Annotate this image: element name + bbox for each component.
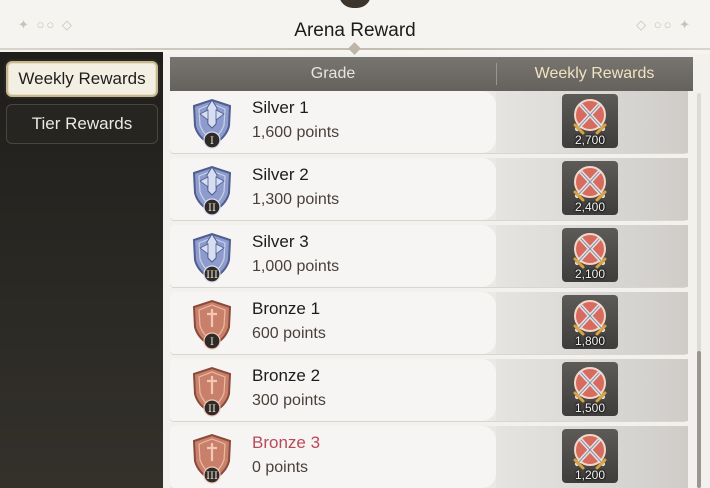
reward-item[interactable]: 1,800 [562,295,618,349]
crossed-swords-icon [573,233,607,269]
grade-points: 1,000 points [252,258,340,275]
scrollbar[interactable] [697,93,701,488]
rank-shield-icon: II [184,362,240,418]
grade-name: Silver 3 [252,232,309,251]
reward-amount: 2,700 [574,133,606,147]
grade-name: Silver 1 [252,98,309,117]
grade-cell: I Silver 1 1,600 points [170,91,496,153]
svg-text:I: I [210,136,214,147]
header-decoration-right: ◇ ○○ ✦ [636,17,692,32]
rank-shield-icon: III [184,429,240,485]
svg-text:II: II [208,203,216,214]
reward-item[interactable]: 2,700 [562,94,618,148]
reward-item[interactable]: 1,200 [562,429,618,483]
reward-item[interactable]: 2,100 [562,228,618,282]
grade-points: 1,600 points [252,124,340,141]
reward-item[interactable]: 1,500 [562,362,618,416]
sidebar: Weekly Rewards Tier Rewards [0,52,163,488]
svg-text:III: III [206,270,218,281]
crossed-swords-icon [573,434,607,470]
grade-name: Silver 2 [252,165,309,184]
grade-points: 300 points [252,392,326,409]
reward-amount: 1,800 [574,334,606,348]
table-row: I Bronze 1 600 points 1,800 [170,292,688,354]
reward-item[interactable]: 2,400 [562,161,618,215]
rank-shield-icon: II [184,161,240,217]
grade-points: 1,300 points [252,191,340,208]
rank-shield-icon: I [184,295,240,351]
scrollbar-thumb[interactable] [697,351,701,488]
grade-cell: II Silver 2 1,300 points [170,158,496,220]
reward-amount: 2,400 [574,200,606,214]
reward-amount: 2,100 [574,267,606,281]
table-row: II Bronze 2 300 points 1,500 [170,359,688,421]
grade-points: 600 points [252,325,326,342]
column-header-grade: Grade [310,65,356,82]
window-title: Arena Reward [294,20,416,41]
tab-tier-rewards[interactable]: Tier Rewards [6,104,158,144]
grade-name: Bronze 1 [252,299,321,318]
divider-diamond [348,42,361,55]
arena-reward-window: ✦ ○○ ◇ Arena Reward ◇ ○○ ✦ Weekly Reward… [0,0,710,488]
table-row: I Silver 1 1,600 points 2,700 [170,91,688,153]
grade-points: 0 points [252,459,309,476]
svg-text:III: III [206,471,218,482]
table-row: II Silver 2 1,300 points 2,400 [170,158,688,220]
grade-cell: II Bronze 2 300 points [170,359,496,421]
grade-name: Bronze 2 [252,366,321,385]
header-ornament [339,0,371,8]
column-header-weekly-rewards: Weekly Rewards [534,65,655,82]
grade-cell: III Bronze 3 0 points [170,426,496,488]
tab-weekly-rewards[interactable]: Weekly Rewards [6,61,158,97]
window-header: ✦ ○○ ◇ Arena Reward ◇ ○○ ✦ [0,0,710,55]
crossed-swords-icon [573,367,607,403]
reward-amount: 1,500 [574,401,606,415]
crossed-swords-icon [573,166,607,202]
reward-amount: 1,200 [574,468,606,482]
rank-shield-icon: III [184,228,240,284]
grade-name: Bronze 3 [252,433,321,452]
table-row: III Silver 3 1,000 points 2,100 [170,225,688,287]
grade-cell: I Bronze 1 600 points [170,292,496,354]
svg-text:I: I [210,337,214,348]
rank-shield-icon: I [184,94,240,150]
svg-text:II: II [208,404,216,415]
table-row: III Bronze 3 0 points 1,200 [170,426,688,488]
crossed-swords-icon [573,300,607,336]
reward-table-body: I Silver 1 1,600 points 2,700 II Silver 2 1,30… [170,91,693,488]
table-header: Grade Weekly Rewards [170,57,693,91]
crossed-swords-icon [573,99,607,135]
grade-cell: III Silver 3 1,000 points [170,225,496,287]
